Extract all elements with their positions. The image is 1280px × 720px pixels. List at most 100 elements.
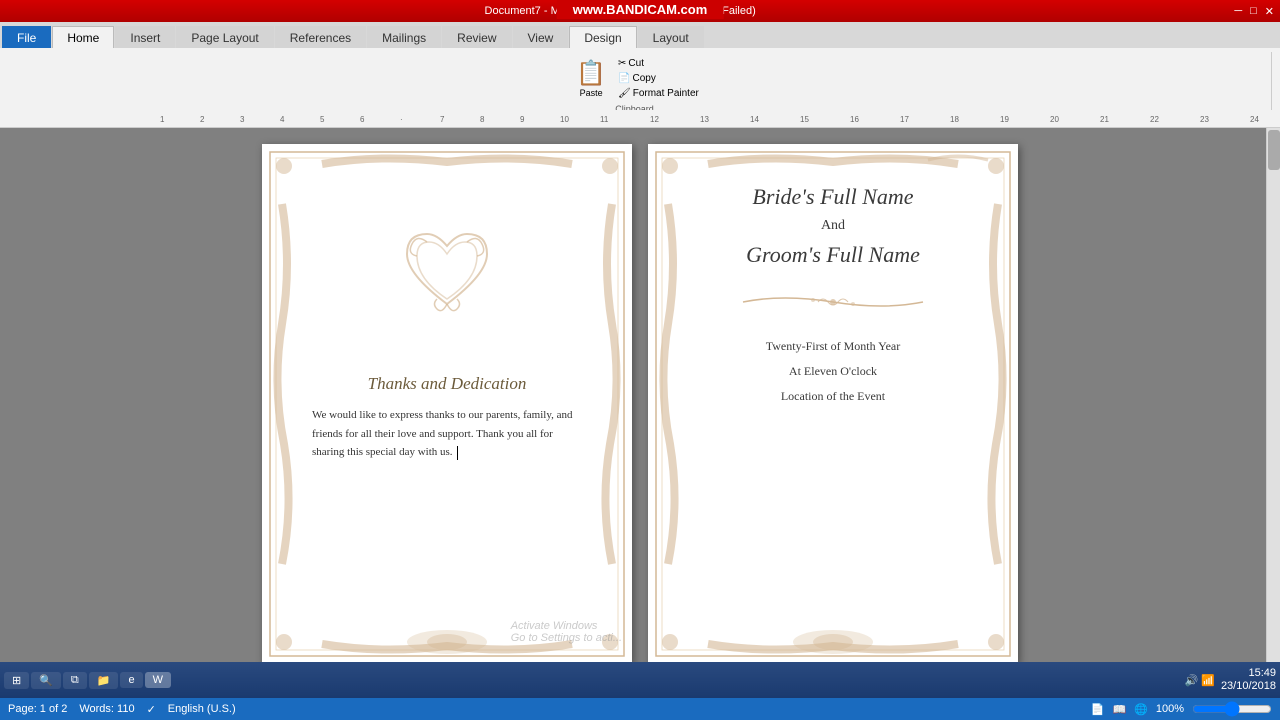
- svg-text:15: 15: [800, 115, 809, 124]
- thanks-text: We would like to express thanks to our p…: [312, 409, 573, 458]
- tab-home[interactable]: Home: [52, 26, 114, 48]
- svg-text:22: 22: [1150, 115, 1159, 124]
- clipboard-group: 📋 Paste ✂ Cut 📄 Copy 🖌 Format Painter: [4, 52, 1272, 114]
- svg-text:4: 4: [280, 115, 285, 124]
- taskbar-time: 15:49 23/10/2018: [1221, 667, 1276, 693]
- page2-content: Bride's Full Name And Groom's Full Name …: [688, 174, 978, 404]
- page-1: Thanks and Dedication We would like to e…: [262, 144, 632, 662]
- ruler: 1 2 3 4 5 6 · 7 8 9 10 11 12 13 14 15 16…: [0, 110, 1280, 128]
- toolbar: 📋 Paste ✂ Cut 📄 Copy 🖌 Format Painter: [0, 48, 1280, 118]
- copy-button[interactable]: 📄 Copy: [616, 72, 701, 85]
- svg-text:11: 11: [600, 115, 609, 124]
- zoom-slider[interactable]: [1192, 701, 1272, 717]
- maximize-button[interactable]: □: [1250, 5, 1257, 18]
- minimize-button[interactable]: ─: [1234, 5, 1242, 18]
- copy-icon: 📄: [618, 73, 630, 84]
- copy-label: Copy: [632, 73, 655, 84]
- groom-name: Groom's Full Name: [688, 242, 978, 268]
- cut-icon: ✂: [618, 58, 626, 69]
- window-controls[interactable]: ─ □ ✕: [1234, 5, 1274, 18]
- svg-text:13: 13: [700, 115, 709, 124]
- ribbon: File Home Insert Page Layout References …: [0, 22, 1280, 119]
- thanks-title: Thanks and Dedication: [302, 374, 592, 394]
- thanks-paragraph: We would like to express thanks to our p…: [302, 406, 592, 462]
- heart-ornament: [387, 224, 507, 324]
- windows-watermark: Activate WindowsGo to Settings to acti..…: [511, 620, 622, 644]
- zoom-level: 100%: [1156, 703, 1184, 715]
- svg-text:·: ·: [400, 115, 403, 124]
- tab-references[interactable]: References: [275, 26, 366, 48]
- taskbar: ⊞ 🔍 ⧉ 📁 e W 🔊 📶 15:49 23/10/2018: [0, 662, 1280, 698]
- date: 23/10/2018: [1221, 680, 1276, 693]
- vertical-scrollbar[interactable]: [1266, 128, 1280, 662]
- scrollbar-thumb[interactable]: [1268, 130, 1280, 170]
- tab-review[interactable]: Review: [442, 26, 511, 48]
- text-cursor: [457, 446, 458, 460]
- close-button[interactable]: ✕: [1265, 5, 1274, 18]
- svg-text:3: 3: [240, 115, 245, 124]
- view-web-button[interactable]: 🌐: [1134, 703, 1148, 716]
- pages-container: Thanks and Dedication We would like to e…: [0, 128, 1280, 662]
- svg-text:1: 1: [160, 115, 165, 124]
- tab-mailings[interactable]: Mailings: [367, 26, 441, 48]
- paste-label: Paste: [580, 88, 603, 98]
- paste-icon: 📋: [576, 59, 606, 88]
- clock: 15:49: [1221, 667, 1276, 680]
- svg-text:9: 9: [520, 115, 525, 124]
- svg-text:16: 16: [850, 115, 859, 124]
- event-date: Twenty-First of Month Year: [766, 339, 901, 354]
- svg-text:14: 14: [750, 115, 759, 124]
- taskbar-right: 🔊 📶 15:49 23/10/2018: [1184, 667, 1276, 693]
- svg-text:23: 23: [1200, 115, 1209, 124]
- page-2: Bride's Full Name And Groom's Full Name …: [648, 144, 1018, 662]
- svg-text:21: 21: [1100, 115, 1109, 124]
- svg-text:12: 12: [650, 115, 659, 124]
- svg-text:2: 2: [200, 115, 205, 124]
- svg-text:18: 18: [950, 115, 959, 124]
- word-button active[interactable]: W: [145, 672, 171, 688]
- format-painter-button[interactable]: 🖌 Format Painter: [616, 87, 701, 100]
- language-indicator[interactable]: English (U.S.): [168, 703, 236, 715]
- tab-page-layout[interactable]: Page Layout: [176, 26, 273, 48]
- cut-button[interactable]: ✂ Cut: [616, 57, 701, 70]
- svg-text:5: 5: [320, 115, 325, 124]
- cut-label: Cut: [628, 58, 644, 69]
- statusbar-right: 📄 📖 🌐 100%: [1091, 701, 1272, 717]
- task-view-button[interactable]: ⧉: [63, 672, 87, 689]
- ribbon-tabs: File Home Insert Page Layout References …: [0, 22, 1280, 48]
- event-location: Location of the Event: [781, 389, 885, 404]
- svg-text:7: 7: [440, 115, 445, 124]
- document-area: 1 2 3 4 5 6 · 7 8 9 10 11 12 13 14 15 16…: [0, 110, 1280, 662]
- statusbar: Page: 1 of 2 Words: 110 ✓ English (U.S.)…: [0, 698, 1280, 720]
- event-time: At Eleven O'clock: [789, 364, 877, 379]
- view-reading-button[interactable]: 📖: [1112, 703, 1126, 716]
- word-count: Words: 110: [79, 703, 134, 715]
- paste-button[interactable]: 📋 Paste: [568, 52, 614, 104]
- svg-text:19: 19: [1000, 115, 1009, 124]
- svg-text:20: 20: [1050, 115, 1059, 124]
- svg-text:8: 8: [480, 115, 485, 124]
- tab-layout[interactable]: Layout: [638, 26, 704, 48]
- format-painter-icon: 🖌: [618, 88, 631, 99]
- page1-content: Thanks and Dedication We would like to e…: [302, 344, 592, 462]
- svg-text:6: 6: [360, 115, 365, 124]
- and-text: And: [688, 218, 978, 234]
- bandicam-watermark: www.BANDICAM.com: [557, 0, 724, 19]
- search-taskbar-button[interactable]: 🔍: [31, 672, 61, 689]
- edge-button[interactable]: e: [120, 672, 142, 688]
- tab-insert[interactable]: Insert: [115, 26, 175, 48]
- start-button[interactable]: ⊞: [4, 672, 29, 689]
- system-tray: 🔊 📶: [1184, 674, 1214, 687]
- divider-ornament: [733, 290, 933, 314]
- tab-view[interactable]: View: [513, 26, 569, 48]
- tab-design[interactable]: Design: [569, 26, 636, 48]
- spell-check-icon[interactable]: ✓: [147, 703, 156, 716]
- clipboard-sub: ✂ Cut 📄 Copy 🖌 Format Painter: [616, 52, 701, 104]
- svg-text:24: 24: [1250, 115, 1259, 124]
- tab-file[interactable]: File: [2, 26, 51, 48]
- file-explorer-button[interactable]: 📁: [89, 672, 119, 689]
- view-print-button[interactable]: 📄: [1091, 703, 1105, 716]
- page-indicator: Page: 1 of 2: [8, 703, 67, 715]
- bride-name: Bride's Full Name: [688, 184, 978, 210]
- svg-text:17: 17: [900, 115, 909, 124]
